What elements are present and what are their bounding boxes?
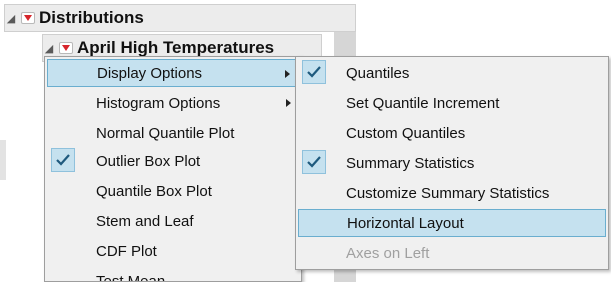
distributions-title: Distributions	[39, 8, 144, 27]
platform-context-menu: Display Options Histogram Options Normal…	[44, 56, 302, 282]
checkmark-icon	[302, 150, 326, 174]
submenu-arrow-icon	[285, 70, 290, 78]
menu-item-customize-summary-statistics[interactable]: Customize Summary Statistics	[298, 179, 606, 207]
menu-item-label: Test Mean	[96, 272, 166, 282]
distributions-outline-header[interactable]: ◢ Distributions	[4, 4, 356, 32]
menu-item-horizontal-layout[interactable]: Horizontal Layout	[298, 209, 606, 237]
red-triangle-menu-icon[interactable]	[59, 42, 73, 54]
april-title: April High Temperatures	[77, 38, 275, 57]
collapse-triangle-icon[interactable]: ◢	[5, 12, 17, 25]
menu-item-cdf-plot[interactable]: CDF Plot	[47, 237, 299, 265]
red-triangle-menu-icon[interactable]	[21, 12, 35, 24]
menu-item-label: Stem and Leaf	[96, 212, 194, 230]
menu-item-label: Summary Statistics	[346, 154, 475, 172]
menu-item-label: Quantiles	[346, 64, 410, 82]
menu-item-histogram-options[interactable]: Histogram Options	[47, 89, 299, 117]
menu-item-display-options[interactable]: Display Options	[47, 59, 299, 87]
menu-item-test-mean[interactable]: Test Mean	[47, 267, 299, 282]
checkmark-icon	[51, 148, 75, 172]
menu-item-label: Customize Summary Statistics	[346, 184, 550, 202]
menu-item-label: Horizontal Layout	[347, 214, 464, 232]
checkmark-icon	[302, 60, 326, 84]
menu-item-label: Normal Quantile Plot	[96, 124, 235, 142]
menu-item-summary-statistics[interactable]: Summary Statistics	[298, 149, 606, 177]
menu-item-set-quantile-increment[interactable]: Set Quantile Increment	[298, 89, 606, 117]
menu-item-label: CDF Plot	[96, 242, 157, 260]
menu-item-stem-and-leaf[interactable]: Stem and Leaf	[47, 207, 299, 235]
menu-item-label: Set Quantile Increment	[346, 94, 500, 112]
menu-item-label: Custom Quantiles	[346, 124, 466, 142]
menu-item-axes-on-left: Axes on Left	[298, 239, 606, 267]
menu-item-label: Outlier Box Plot	[96, 152, 201, 170]
collapse-triangle-icon[interactable]: ◢	[43, 42, 55, 55]
display-options-submenu: Quantiles Set Quantile Increment Custom …	[295, 56, 609, 270]
menu-item-normal-quantile-plot[interactable]: Normal Quantile Plot	[47, 119, 299, 147]
menu-item-quantiles[interactable]: Quantiles	[298, 59, 606, 87]
menu-item-quantile-box-plot[interactable]: Quantile Box Plot	[47, 177, 299, 205]
submenu-arrow-icon	[286, 99, 291, 107]
menu-item-outlier-box-plot[interactable]: Outlier Box Plot	[47, 147, 299, 175]
menu-item-custom-quantiles[interactable]: Custom Quantiles	[298, 119, 606, 147]
menu-item-label: Quantile Box Plot	[96, 182, 212, 200]
menu-item-label: Histogram Options	[96, 94, 221, 112]
menu-item-label: Display Options	[97, 64, 203, 82]
left-edge-strip	[0, 140, 6, 180]
menu-item-label: Axes on Left	[346, 244, 430, 262]
